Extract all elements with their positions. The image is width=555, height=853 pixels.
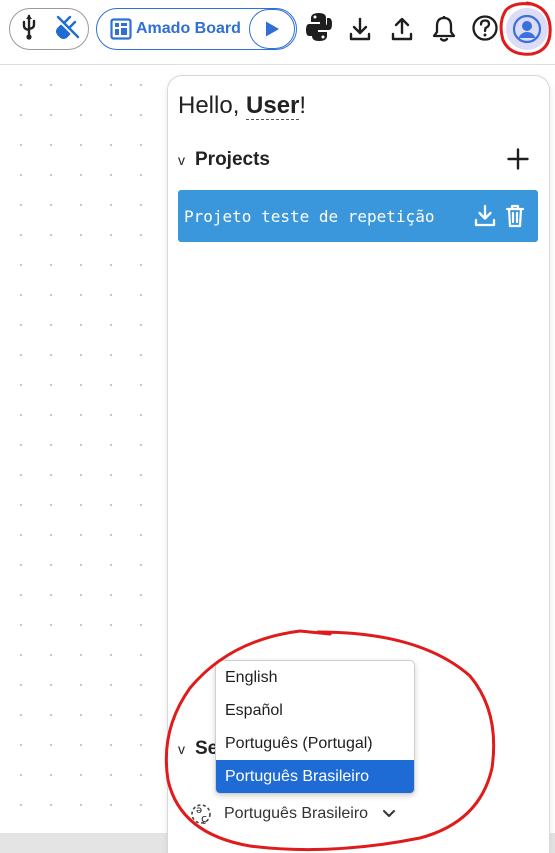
board-selector-button[interactable]: Amado Board [96, 8, 297, 50]
connection-button-group [9, 8, 89, 50]
delete-project-icon[interactable] [504, 204, 526, 228]
top-toolbar: Amado Board [0, 0, 555, 65]
user-avatar-button[interactable] [506, 8, 548, 50]
project-item[interactable]: Projeto teste de repetição [178, 190, 538, 242]
chevron-down-icon: v [178, 152, 185, 168]
download-icon [349, 17, 371, 41]
upload-icon [391, 17, 413, 41]
project-name[interactable]: Projeto teste de repetição [184, 207, 474, 226]
language-option-spanish[interactable]: Español [216, 694, 414, 727]
plug-off-icon[interactable] [55, 14, 81, 44]
language-option-portuguese-brazil[interactable]: Português Brasileiro [216, 760, 414, 793]
python-icon [306, 13, 332, 41]
bell-icon [432, 16, 456, 42]
help-button[interactable] [471, 13, 499, 43]
greeting-suffix: ! [299, 92, 307, 119]
download-button[interactable] [346, 14, 374, 44]
chevron-down-icon: v [178, 741, 185, 757]
greeting-prefix: Hello, [178, 92, 247, 119]
usb-icon[interactable] [18, 14, 40, 44]
settings-section-header[interactable]: v Se [178, 738, 218, 760]
language-selector[interactable]: ə ç Português Brasileiro [190, 800, 396, 828]
translate-icon: ə ç [191, 804, 211, 825]
python-button[interactable] [305, 12, 333, 42]
user-name[interactable]: User [246, 92, 300, 120]
notifications-button[interactable] [430, 14, 458, 44]
language-option-english[interactable]: English [216, 661, 414, 694]
language-current: Português Brasileiro [224, 805, 369, 822]
upload-button[interactable] [388, 14, 416, 44]
run-button[interactable] [249, 9, 295, 49]
download-project-icon[interactable] [474, 204, 496, 228]
projects-section-header[interactable]: v Projects [178, 149, 270, 171]
board-icon [110, 18, 132, 40]
greeting: Hello, User! [178, 92, 306, 120]
language-dropdown: English Español Português (Portugal) Por… [215, 660, 415, 794]
board-name: Amado Board [136, 20, 241, 37]
avatar-icon [512, 14, 542, 44]
add-project-button[interactable] [507, 148, 529, 170]
chevron-down-icon [383, 810, 396, 817]
projects-title: Projects [195, 149, 270, 170]
language-option-portuguese-portugal[interactable]: Português (Portugal) [216, 727, 414, 760]
svg-text:ç: ç [201, 812, 207, 825]
play-icon [266, 21, 279, 37]
help-icon [472, 15, 498, 41]
